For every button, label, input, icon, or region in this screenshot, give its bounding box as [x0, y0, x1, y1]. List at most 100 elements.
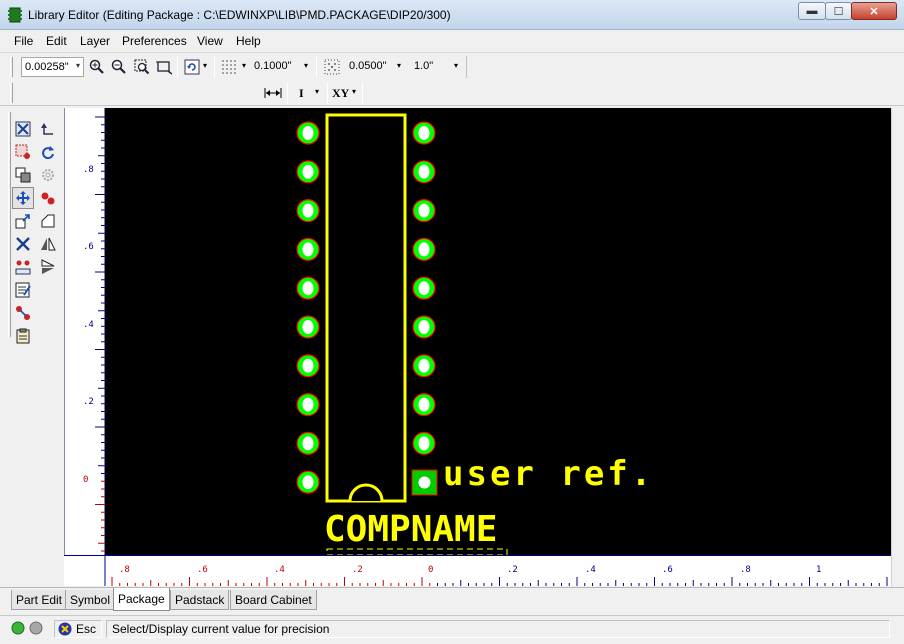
redraw-icon[interactable]: [182, 57, 202, 77]
connect-icon[interactable]: [12, 302, 34, 324]
status-bar: Esc Select/Display current value for pre…: [0, 615, 904, 644]
menu-file[interactable]: File: [14, 34, 33, 48]
grid-icon[interactable]: [219, 57, 239, 77]
dimension-icon[interactable]: [263, 83, 283, 103]
toolbar-grip[interactable]: [10, 57, 13, 77]
tab-symbol[interactable]: Symbol: [65, 590, 116, 610]
package-outline[interactable]: [325, 113, 407, 503]
tab-package[interactable]: Package: [113, 588, 170, 611]
toolbar-separator: [287, 82, 288, 104]
pad[interactable]: [412, 237, 436, 261]
pad-hole: [302, 164, 314, 179]
pad-hole: [418, 436, 430, 451]
window-title: Library Editor (Editing Package : C:\EDW…: [28, 8, 451, 22]
undo-icon[interactable]: [37, 118, 59, 140]
pin1-notch: [348, 483, 384, 502]
ruler-label: .2: [507, 565, 518, 575]
pad[interactable]: [296, 315, 320, 339]
menu-edit[interactable]: Edit: [46, 34, 67, 48]
zoom-window-icon[interactable]: [132, 57, 152, 77]
draw-shape-icon[interactable]: [37, 210, 59, 232]
zoom-factor-value[interactable]: 1.0": [414, 60, 433, 72]
pad[interactable]: [412, 160, 436, 184]
precision-combo[interactable]: 0.00258" ▾: [21, 57, 84, 77]
vertical-ruler: .8 .6 .4 .2 0: [64, 108, 105, 555]
status-lights: [11, 621, 43, 635]
minimize-button[interactable]: ▬: [798, 2, 826, 20]
delete-icon[interactable]: [12, 233, 34, 255]
chevron-down-icon[interactable]: ▾: [242, 61, 246, 70]
resize-icon[interactable]: [12, 210, 34, 232]
toolbar-end: [466, 56, 467, 78]
mirror-horizontal-icon[interactable]: [37, 256, 59, 278]
pad[interactable]: [296, 121, 320, 145]
chevron-down-icon[interactable]: ▾: [304, 61, 308, 70]
maximize-button[interactable]: ☐: [825, 2, 852, 20]
clipboard-icon[interactable]: [12, 325, 34, 347]
pad[interactable]: [412, 354, 436, 378]
pad[interactable]: [296, 237, 320, 261]
esc-cell[interactable]: Esc: [54, 620, 102, 638]
chevron-down-icon[interactable]: ▾: [203, 61, 207, 70]
vertical-scrollbar[interactable]: [891, 108, 904, 586]
pad[interactable]: [412, 315, 436, 339]
pad[interactable]: [412, 198, 436, 223]
pad[interactable]: [412, 276, 436, 300]
pads-icon[interactable]: [37, 187, 59, 209]
title-bar: Library Editor (Editing Package : C:\EDW…: [0, 0, 904, 30]
pad[interactable]: [296, 198, 320, 223]
grid-spacing-value[interactable]: 0.1000": [254, 60, 292, 72]
chevron-down-icon[interactable]: ▾: [315, 87, 319, 96]
compname-label[interactable]: COMPNAME: [324, 509, 497, 550]
menu-view[interactable]: View: [197, 34, 223, 48]
package-canvas[interactable]: user ref. COMPNAME: [105, 108, 891, 555]
pad[interactable]: [296, 393, 320, 417]
copy-icon[interactable]: [12, 164, 34, 186]
close-button[interactable]: ✕: [851, 2, 897, 20]
menu-preferences[interactable]: Preferences: [122, 34, 187, 48]
pad[interactable]: [412, 393, 436, 417]
explode-icon[interactable]: [12, 256, 34, 278]
chevron-down-icon[interactable]: ▾: [454, 61, 458, 70]
chevron-down-icon[interactable]: ▾: [352, 87, 356, 96]
pad-hole: [302, 397, 314, 412]
zoom-fit-icon[interactable]: [154, 57, 174, 77]
tab-bar: Part Edit Symbol Package Padstack Board …: [0, 587, 904, 613]
user-ref-label[interactable]: user ref.: [443, 454, 654, 494]
zoom-out-icon[interactable]: [109, 57, 129, 77]
toolbar-grip[interactable]: [10, 83, 13, 103]
snap-value[interactable]: 0.0500": [349, 60, 387, 72]
move-icon[interactable]: [12, 187, 34, 209]
status-message: Select/Display current value for precisi…: [112, 622, 330, 636]
properties-icon[interactable]: [12, 279, 34, 301]
pad[interactable]: [412, 121, 436, 145]
pad-hole: [302, 126, 314, 140]
pad[interactable]: [296, 276, 320, 300]
tab-board-cabinet[interactable]: Board Cabinet: [230, 590, 317, 610]
pad[interactable]: [412, 431, 436, 455]
zoom-in-icon[interactable]: [87, 57, 107, 77]
toolbar-separator: [177, 56, 178, 78]
select-icon[interactable]: [12, 118, 34, 140]
block-icon[interactable]: [12, 141, 34, 163]
chevron-down-icon[interactable]: ▾: [397, 61, 401, 70]
pad[interactable]: [296, 354, 320, 378]
menu-layer[interactable]: Layer: [80, 34, 110, 48]
palette-grip[interactable]: [8, 112, 11, 337]
pad[interactable]: [296, 470, 320, 494]
toolbar-separator: [327, 82, 328, 104]
gear-icon[interactable]: [37, 164, 59, 186]
menu-bar: File Edit Layer Preferences View Help: [0, 31, 904, 51]
tab-part-edit[interactable]: Part Edit: [11, 590, 68, 610]
green-light-icon: [11, 621, 25, 635]
snap-grid-icon[interactable]: [322, 57, 342, 77]
coord-mode-button[interactable]: XY: [332, 86, 349, 101]
text-mode-button[interactable]: I: [299, 86, 304, 101]
pad-hole: [418, 281, 430, 296]
pad[interactable]: [296, 431, 320, 455]
pad[interactable]: [296, 160, 320, 184]
tab-padstack[interactable]: Padstack: [170, 590, 230, 610]
mirror-vertical-icon[interactable]: [37, 233, 59, 255]
rotate-icon[interactable]: [37, 141, 59, 163]
menu-help[interactable]: Help: [236, 34, 261, 48]
